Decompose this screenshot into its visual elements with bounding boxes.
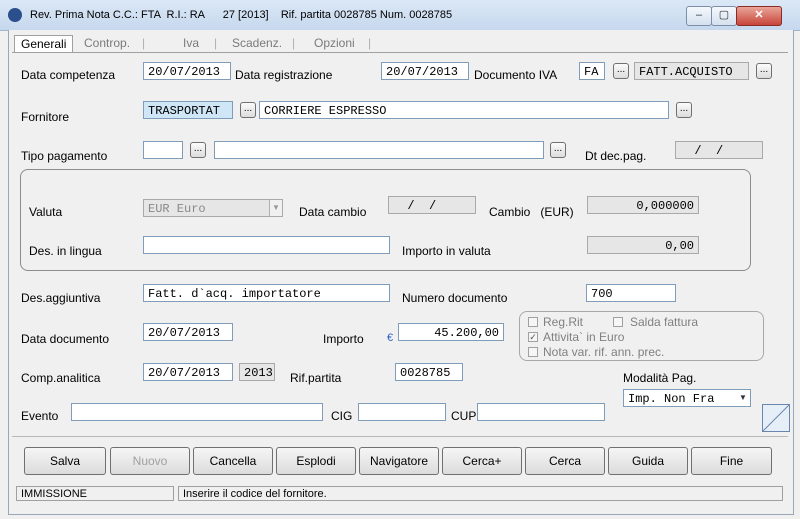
guida-button[interactable]: Guida: [608, 447, 688, 475]
evento-field[interactable]: [71, 403, 323, 421]
currency-group: [20, 169, 751, 271]
reg-rit-checkbox[interactable]: [528, 317, 538, 327]
window-title: Rev. Prima Nota C.C.: FTA R.I.: RA 27 [2…: [30, 9, 453, 21]
cerca-button[interactable]: Cerca: [525, 447, 605, 475]
importo-field[interactable]: 45.200,00: [398, 323, 504, 341]
salda-fattura-label: Salda fattura: [630, 315, 699, 329]
documento-iva-code-field[interactable]: FA: [579, 62, 605, 80]
tipo-pagamento-desc-field[interactable]: [214, 141, 544, 159]
data-cambio-label: Data cambio: [299, 205, 367, 219]
evento-label: Evento: [21, 409, 59, 423]
resize-corner-icon[interactable]: [762, 404, 790, 432]
des-lingua-label: Des. in lingua: [29, 244, 102, 258]
reg-rit-label: Reg.Rit: [543, 315, 584, 329]
cup-field[interactable]: [477, 403, 605, 421]
esplodi-button[interactable]: Esplodi: [276, 447, 356, 475]
des-lingua-field[interactable]: [143, 236, 390, 254]
numero-documento-label: Numero documento: [402, 291, 508, 305]
fornitore-desc-field[interactable]: CORRIERE ESPRESSO: [259, 101, 669, 119]
nota-var-label: Nota var. rif. ann. prec.: [543, 345, 665, 359]
data-registrazione-field[interactable]: 20/07/2013: [381, 62, 469, 80]
minimize-button[interactable]: –: [686, 6, 712, 26]
status-mode: IMMISSIONE: [16, 486, 174, 501]
tab-iva[interactable]: Iva: [183, 36, 199, 52]
tab-opzioni[interactable]: Opzioni: [314, 36, 355, 52]
cambio-label: Cambio (EUR): [489, 205, 574, 219]
data-documento-field[interactable]: 20/07/2013: [143, 323, 233, 341]
fornitore-desc-button[interactable]: ...: [676, 102, 692, 118]
nuovo-button[interactable]: Nuovo: [110, 447, 190, 475]
app-icon: [8, 8, 22, 22]
close-button[interactable]: ✕: [736, 6, 782, 26]
button-separator: [12, 436, 788, 437]
nota-var-checkbox[interactable]: [528, 347, 538, 357]
tipo-pagamento-desc-button[interactable]: ...: [550, 142, 566, 158]
importo-valuta-label: Importo in valuta: [402, 244, 491, 258]
documento-iva-label: Documento IVA: [474, 68, 558, 82]
dt-dec-pag-field: / /: [675, 141, 763, 159]
salva-button[interactable]: Salva: [24, 447, 106, 475]
des-aggiuntiva-field[interactable]: Fatt. d`acq. importatore: [143, 284, 390, 302]
documento-iva-desc-button[interactable]: ...: [756, 63, 772, 79]
euro-icon: €: [387, 332, 394, 344]
salda-fattura-checkbox[interactable]: [613, 317, 623, 327]
tab-divider: [12, 52, 788, 53]
fornitore-lookup-button[interactable]: ...: [240, 102, 256, 118]
des-aggiuntiva-label: Des.aggiuntiva: [21, 291, 101, 305]
tab-generali[interactable]: Generali: [14, 35, 74, 53]
data-documento-label: Data documento: [21, 332, 110, 346]
chevron-down-icon: ▼: [269, 200, 282, 216]
cup-label: CUP: [451, 409, 477, 423]
documento-iva-lookup-button[interactable]: ...: [613, 63, 629, 79]
attivita-euro-label: Attivita` in Euro: [543, 330, 625, 344]
cig-field[interactable]: [358, 403, 446, 421]
tipo-pagamento-code-field[interactable]: [143, 141, 183, 159]
fine-button[interactable]: Fine: [691, 447, 772, 475]
data-cambio-field: / /: [388, 196, 476, 214]
modalita-pag-label: Modalità Pag.: [623, 371, 697, 385]
tipo-pagamento-lookup-button[interactable]: ...: [190, 142, 206, 158]
comp-analitica-year: 2013: [239, 363, 275, 381]
tab-scadenz[interactable]: Scadenz.: [232, 36, 282, 52]
data-registrazione-label: Data registrazione: [235, 68, 333, 82]
fornitore-label: Fornitore: [21, 110, 70, 124]
chevron-down-icon[interactable]: ▼: [737, 390, 749, 406]
numero-documento-field[interactable]: 700: [586, 284, 676, 302]
tab-controp[interactable]: Controp.: [84, 36, 130, 52]
cancella-button[interactable]: Cancella: [193, 447, 273, 475]
navigatore-button[interactable]: Navigatore: [359, 447, 439, 475]
comp-analitica-field[interactable]: 20/07/2013: [143, 363, 233, 381]
valuta-select: EUR Euro: [143, 199, 283, 217]
cig-label: CIG: [331, 409, 353, 423]
tipo-pagamento-label: Tipo pagamento: [21, 149, 108, 163]
dt-dec-pag-label: Dt dec.pag.: [585, 149, 647, 163]
status-message: Inserire il codice del fornitore.: [178, 486, 783, 501]
rif-partita-label: Rif.partita: [290, 371, 342, 385]
cerca-plus-button[interactable]: Cerca+: [442, 447, 522, 475]
documento-iva-desc-field: FATT.ACQUISTO: [634, 62, 749, 80]
comp-analitica-label: Comp.analitica: [21, 371, 101, 385]
maximize-button[interactable]: ▢: [711, 6, 737, 26]
importo-label: Importo: [323, 332, 364, 346]
valuta-label: Valuta: [29, 205, 63, 219]
cambio-field: 0,000000: [587, 196, 699, 214]
modalita-pag-select[interactable]: Imp. Non Fra: [623, 389, 751, 407]
importo-valuta-field: 0,00: [587, 236, 699, 254]
data-competenza-field[interactable]: 20/07/2013: [143, 62, 231, 80]
rif-partita-field[interactable]: 0028785: [395, 363, 463, 381]
fornitore-code-field[interactable]: TRASPORTAT: [143, 101, 233, 119]
data-competenza-label: Data competenza: [21, 68, 116, 82]
attivita-euro-checkbox[interactable]: ✓: [528, 332, 538, 342]
